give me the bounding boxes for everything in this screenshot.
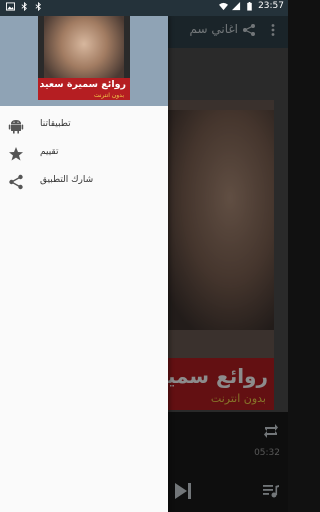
status-bar: 23:57 xyxy=(0,0,288,16)
drawer-item-our-apps[interactable]: تطبيقاتنا xyxy=(0,112,168,140)
drawer-item-share-app[interactable]: شارك التطبيق xyxy=(0,168,168,196)
drawer-item-rate[interactable]: تقييم xyxy=(0,140,168,168)
navigation-drawer: روائع سميرة سعيد بدون انترنت تطبيقاتنا ت… xyxy=(0,16,168,512)
signal-icon xyxy=(232,1,241,10)
battery-icon xyxy=(247,1,252,11)
share-icon xyxy=(9,174,23,190)
status-time: 23:57 xyxy=(258,1,284,11)
bluetooth-icon xyxy=(35,2,41,11)
drawer-header-image: روائع سميرة سعيد بدون انترنت xyxy=(38,16,130,100)
drawer-item-label: تطبيقاتنا xyxy=(40,119,71,129)
star-icon xyxy=(9,147,23,161)
header-title: روائع سميرة سعيد xyxy=(39,79,126,90)
drawer-item-label: شارك التطبيق xyxy=(40,175,94,185)
gallery-icon xyxy=(6,2,15,11)
singer-portrait xyxy=(44,16,124,86)
android-icon xyxy=(8,120,24,134)
wifi-icon xyxy=(219,2,229,10)
header-subtitle: بدون انترنت xyxy=(93,92,124,99)
drawer-header: روائع سميرة سعيد بدون انترنت xyxy=(0,16,168,106)
bluetooth-icon xyxy=(21,2,27,11)
drawer-item-label: تقييم xyxy=(40,147,59,157)
